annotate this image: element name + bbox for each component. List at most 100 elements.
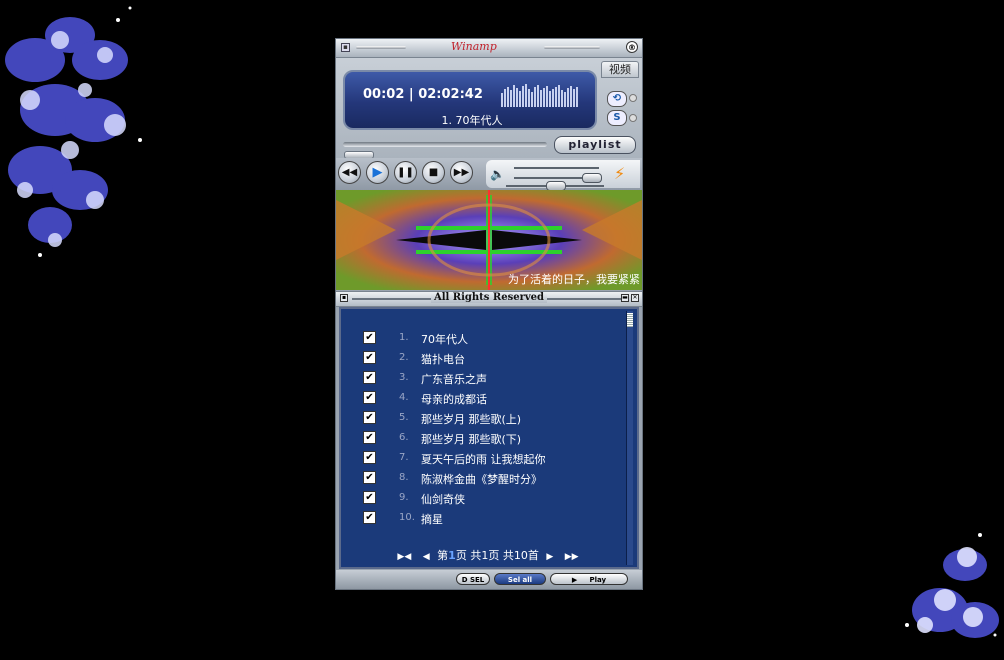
video-tab[interactable]: 视频 <box>601 61 639 78</box>
spectrum-bar <box>510 90 512 107</box>
track-name[interactable]: 摘星 <box>421 511 443 527</box>
first-page-icon[interactable]: ▶◀ <box>397 552 411 562</box>
next-page-icon[interactable]: ▶ <box>546 552 553 562</box>
playlist-bottom-bar: D SEL Sel all ▶ Play <box>336 570 642 589</box>
track-checkbox[interactable]: ✔ <box>363 451 376 464</box>
titlebar-grip-left <box>356 46 406 49</box>
track-name[interactable]: 猫扑电台 <box>421 351 465 367</box>
track-checkbox[interactable]: ✔ <box>363 491 376 504</box>
volume-slider-knob[interactable] <box>582 173 602 183</box>
track-row[interactable]: ✔ 6. 那些岁月 那些歌(下) <box>341 431 621 451</box>
previous-icon[interactable]: ◀◀ <box>338 161 361 184</box>
total-pages: 共1页 <box>470 549 500 562</box>
spectrum-bar <box>504 89 506 107</box>
select-all-button[interactable]: Sel all <box>494 573 546 585</box>
track-checkbox[interactable]: ✔ <box>363 371 376 384</box>
track-row[interactable]: ✔ 9. 仙剑奇侠 <box>341 491 621 511</box>
playlist-button[interactable]: playlist <box>554 136 636 154</box>
playlist-titlebar[interactable]: ▪ All Rights Reserved ▬ ✕ <box>336 291 642 307</box>
track-name[interactable]: 夏天午后的雨 让我想起你 <box>421 451 546 467</box>
spectrum-analyzer <box>501 84 579 108</box>
track-checkbox[interactable]: ✔ <box>363 471 376 484</box>
track-row[interactable]: ✔ 3. 广东音乐之声 <box>341 371 621 391</box>
speaker-icon[interactable]: 🔈 <box>490 167 505 181</box>
track-row[interactable]: ✔ 4. 母亲的成都话 <box>341 391 621 411</box>
track-name[interactable]: 母亲的成都话 <box>421 391 487 407</box>
spectrum-bar <box>576 87 578 107</box>
track-name[interactable]: 70年代人 <box>421 331 468 347</box>
track-name[interactable]: 那些岁月 那些歌(下) <box>421 431 521 447</box>
spectrum-bar <box>564 92 566 107</box>
track-row[interactable]: ✔ 5. 那些岁月 那些歌(上) <box>341 411 621 431</box>
time-separator: | <box>408 87 419 102</box>
track-number: 9. <box>399 492 409 503</box>
time-display: 00:02 | 02:02:42 <box>363 87 483 102</box>
track-name[interactable]: 广东音乐之声 <box>421 371 487 387</box>
spectrum-bar <box>537 85 539 107</box>
transport-controls: ◀◀ ▶ ❚❚ ■ ▶▶ 🔈 ⚡ <box>336 158 642 191</box>
playlist-scrollbar[interactable] <box>626 311 633 565</box>
play-selected-button[interactable]: ▶ Play <box>550 573 628 585</box>
indicator-dot <box>629 114 637 122</box>
prev-page-icon[interactable]: ◀ <box>423 552 430 562</box>
spectrum-bar <box>528 89 530 107</box>
spectrum-bar <box>525 84 527 107</box>
next-icon[interactable]: ▶▶ <box>450 161 473 184</box>
winamp-player: ▪ Winamp ® 00:02 | 02:02:42 1. 70年代人 视频 … <box>335 38 643 590</box>
track-checkbox[interactable]: ✔ <box>363 331 376 344</box>
track-row[interactable]: ✔ 8. 陈淑桦金曲《梦醒时分》 <box>341 471 621 491</box>
track-number: 1. <box>399 332 409 343</box>
track-checkbox[interactable]: ✔ <box>363 391 376 404</box>
track-row[interactable]: ✔ 2. 猫扑电台 <box>341 351 621 371</box>
spectrum-bar <box>543 88 545 107</box>
close-icon[interactable]: ® <box>626 41 638 53</box>
page-prefix: 第 <box>437 549 449 562</box>
track-name[interactable]: 仙剑奇侠 <box>421 491 465 507</box>
track-checkbox[interactable]: ✔ <box>363 511 376 524</box>
spectrum-bar <box>516 88 518 107</box>
seek-bar[interactable] <box>343 142 547 147</box>
pause-icon[interactable]: ❚❚ <box>394 161 417 184</box>
balance-slider-track[interactable] <box>514 167 599 169</box>
track-number: 7. <box>399 452 409 463</box>
spectrum-bar <box>534 87 536 107</box>
spectrum-bar <box>540 90 542 107</box>
deselect-button[interactable]: D SEL <box>456 573 490 585</box>
spectrum-bar <box>570 86 572 107</box>
flower-decoration-bottom-right <box>905 533 999 638</box>
repeat-icon[interactable]: ⟲ <box>607 91 627 107</box>
stop-icon[interactable]: ■ <box>422 161 445 184</box>
lcd-display: 00:02 | 02:02:42 1. 70年代人 <box>343 70 597 130</box>
spectrum-bar <box>531 92 533 107</box>
lightning-icon[interactable]: ⚡ <box>614 164 625 183</box>
player-titlebar[interactable]: ▪ Winamp ® <box>336 39 642 58</box>
spectrum-bar <box>513 85 515 107</box>
play-icon[interactable]: ▶ <box>366 161 389 184</box>
spectrum-bar <box>567 88 569 107</box>
track-checkbox[interactable]: ✔ <box>363 351 376 364</box>
track-row[interactable]: ✔ 10. 摘星 <box>341 511 621 531</box>
track-checkbox[interactable]: ✔ <box>363 411 376 424</box>
track-number: 6. <box>399 432 409 443</box>
scrollbar-thumb[interactable] <box>627 313 633 327</box>
page-suffix: 页 <box>455 549 467 562</box>
menu-icon[interactable]: ▪ <box>341 43 350 52</box>
track-row[interactable]: ✔ 7. 夏天午后的雨 让我想起你 <box>341 451 621 471</box>
page-current: 1 <box>448 549 456 562</box>
track-checkbox[interactable]: ✔ <box>363 431 376 444</box>
playlist-close-icon[interactable]: ✕ <box>631 294 639 302</box>
main-display-panel: 00:02 | 02:02:42 1. 70年代人 视频 ⟲ S playlis… <box>336 58 642 159</box>
spectrum-bar <box>558 85 560 107</box>
track-row[interactable]: ✔ 1. 70年代人 <box>341 331 621 351</box>
indicator-dot <box>629 94 637 102</box>
track-number: 10. <box>399 512 415 523</box>
track-name[interactable]: 那些岁月 那些歌(上) <box>421 411 521 427</box>
titlebar-grip-right <box>544 46 600 49</box>
minimize-icon[interactable]: ▬ <box>621 294 629 302</box>
track-number: 5. <box>399 412 409 423</box>
shuffle-button[interactable]: S <box>607 110 627 126</box>
track-name[interactable]: 陈淑桦金曲《梦醒时分》 <box>421 471 542 487</box>
flower-decoration-top-left <box>5 6 142 257</box>
spectrum-bar <box>549 91 551 107</box>
last-page-icon[interactable]: ▶▶ <box>565 552 579 562</box>
